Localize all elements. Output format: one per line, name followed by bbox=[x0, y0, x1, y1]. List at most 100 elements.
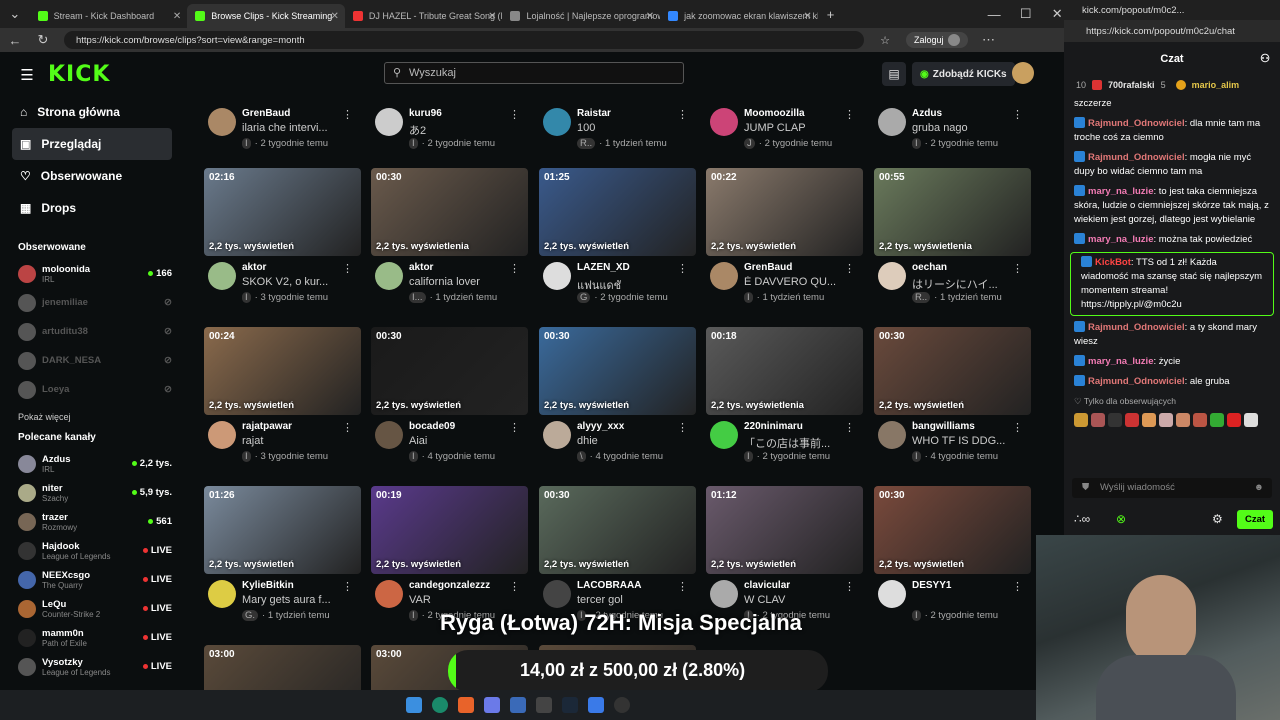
clip-card[interactable]: Raistar 100 R.. · 1 tydzień temu ⋮ bbox=[539, 102, 696, 156]
channel-name[interactable]: GrenBaud bbox=[744, 262, 792, 273]
clip-title[interactable]: JUMP CLAP bbox=[744, 122, 844, 134]
clip-title[interactable]: Mary gets aura f... bbox=[242, 594, 342, 606]
tab-menu-icon[interactable]: ⌄ bbox=[8, 6, 22, 22]
messenger-icon[interactable] bbox=[510, 697, 526, 713]
more-options-icon[interactable]: ⋮ bbox=[677, 421, 688, 434]
channel-name[interactable]: Moomoozilla bbox=[744, 108, 805, 119]
avatar[interactable] bbox=[710, 421, 738, 449]
clip-thumbnail[interactable]: 00:30 2,2 tys. wyświetlenia bbox=[371, 168, 528, 256]
maximize-icon[interactable]: ☐ bbox=[1019, 6, 1033, 22]
clip-card[interactable]: 00:30 2,2 tys. wyświetleń bangwilliams W… bbox=[874, 327, 1031, 469]
clip-title[interactable]: Aiai bbox=[409, 435, 509, 447]
clip-thumbnail[interactable]: 00:19 2,2 tys. wyświetleń bbox=[371, 486, 528, 574]
emote-icon[interactable] bbox=[1193, 413, 1207, 427]
emote-icon[interactable] bbox=[1159, 413, 1173, 427]
emote-icon[interactable] bbox=[1125, 413, 1139, 427]
brave-icon[interactable] bbox=[458, 697, 474, 713]
kick-coin-icon[interactable]: ⊗ bbox=[1116, 512, 1126, 526]
avatar[interactable] bbox=[543, 580, 571, 608]
channel-name[interactable]: bocade09 bbox=[409, 421, 455, 432]
minimize-icon[interactable]: — bbox=[987, 7, 1001, 22]
channel-name[interactable]: GrenBaud bbox=[242, 108, 290, 119]
channel-name[interactable]: aktor bbox=[409, 262, 433, 273]
avatar[interactable] bbox=[208, 421, 236, 449]
clip-thumbnail[interactable]: 00:55 2,2 tys. wyświetlenia bbox=[874, 168, 1031, 256]
avatar[interactable] bbox=[710, 580, 738, 608]
browser-tab-4[interactable]: jak zoomowac ekran klawiszem kl ✕ bbox=[660, 4, 818, 28]
more-options-icon[interactable]: ⋮ bbox=[509, 108, 520, 121]
avatar[interactable] bbox=[375, 580, 403, 608]
clip-card[interactable]: kuru96 あ2 I · 2 tygodnie temu ⋮ bbox=[371, 102, 528, 156]
browser-tab-1[interactable]: Browse Clips - Kick Streaming ✕ bbox=[187, 4, 345, 28]
reload-icon[interactable]: ↻ bbox=[36, 32, 50, 48]
avatar[interactable] bbox=[878, 421, 906, 449]
clip-thumbnail[interactable]: 00:18 2,2 tys. wyświetlenia bbox=[706, 327, 863, 415]
obs-icon[interactable] bbox=[614, 697, 630, 713]
close-icon[interactable]: ✕ bbox=[646, 11, 654, 22]
more-options-icon[interactable]: ⋮ bbox=[509, 580, 520, 593]
chat-username[interactable]: KickBot bbox=[1095, 257, 1131, 268]
more-menu-icon[interactable]: ⋯ bbox=[982, 32, 996, 48]
close-icon[interactable]: ✕ bbox=[173, 11, 181, 22]
avatar[interactable] bbox=[543, 108, 571, 136]
chat-username[interactable]: Rajmund_Odnowiciel bbox=[1088, 152, 1185, 163]
discord-icon[interactable] bbox=[484, 697, 500, 713]
avatar[interactable] bbox=[208, 580, 236, 608]
browser-tab-0[interactable]: Stream - Kick Dashboard ✕ bbox=[30, 4, 188, 28]
chat-username[interactable]: mary_na_luzie bbox=[1088, 186, 1153, 197]
close-icon[interactable]: ✕ bbox=[330, 11, 338, 22]
close-window-icon[interactable]: ✕ bbox=[1050, 6, 1064, 22]
more-options-icon[interactable]: ⋮ bbox=[844, 421, 855, 434]
chat-username[interactable]: mary_na_luzie bbox=[1088, 356, 1153, 367]
clip-title[interactable]: はリーシにハイ... bbox=[912, 276, 1012, 292]
more-options-icon[interactable]: ⋮ bbox=[1012, 262, 1023, 275]
clip-title[interactable]: gruba nago bbox=[912, 122, 1012, 134]
clip-thumbnail[interactable]: 01:25 2,2 tys. wyświetleń bbox=[539, 168, 696, 256]
clip-card[interactable]: 01:25 2,2 tys. wyświetleń LAZEN_XD แฟนแด… bbox=[539, 168, 696, 310]
more-options-icon[interactable]: ⋮ bbox=[509, 262, 520, 275]
avatar[interactable] bbox=[543, 262, 571, 290]
more-options-icon[interactable]: ⋮ bbox=[844, 108, 855, 121]
emote-icon[interactable] bbox=[1210, 413, 1224, 427]
login-button[interactable]: Zaloguj bbox=[906, 32, 968, 48]
clip-thumbnail[interactable]: 02:16 2,2 tys. wyświetleń bbox=[204, 168, 361, 256]
clip-card[interactable]: 03:00 bbox=[204, 645, 361, 690]
avatar[interactable] bbox=[710, 108, 738, 136]
app-icon[interactable] bbox=[588, 697, 604, 713]
more-options-icon[interactable]: ⋮ bbox=[677, 262, 688, 275]
gear-icon[interactable]: ⚙ bbox=[1212, 512, 1223, 526]
channel-name[interactable]: Azdus bbox=[912, 108, 942, 119]
chat-message-input[interactable]: ⛊ Wyślij wiadomość ☻ bbox=[1072, 478, 1272, 498]
clip-card[interactable]: 00:19 2,2 tys. wyświetleń candegonzalezz… bbox=[371, 486, 528, 628]
clip-thumbnail[interactable]: 00:30 2,2 tys. wyświetleń bbox=[874, 486, 1031, 574]
more-options-icon[interactable]: ⋮ bbox=[844, 580, 855, 593]
new-tab-icon[interactable]: + bbox=[824, 7, 838, 22]
emoji-icon[interactable]: ☻ bbox=[1254, 478, 1264, 498]
more-options-icon[interactable]: ⋮ bbox=[844, 262, 855, 275]
channel-name[interactable]: KylieBitkin bbox=[242, 580, 294, 591]
clip-card[interactable]: 00:22 2,2 tys. wyświetleń GrenBaud È DAV… bbox=[706, 168, 863, 310]
channel-name[interactable]: candegonzalezzz bbox=[409, 580, 490, 591]
avatar[interactable] bbox=[543, 421, 571, 449]
chat-username[interactable]: Rajmund_Odnowiciel bbox=[1088, 322, 1185, 333]
clip-title[interactable]: È DAVVERO QU... bbox=[744, 276, 844, 288]
emote-icon[interactable] bbox=[1227, 413, 1241, 427]
clip-title[interactable]: tercer gol bbox=[577, 594, 677, 606]
back-icon[interactable]: ← bbox=[8, 33, 22, 48]
more-options-icon[interactable]: ⋮ bbox=[677, 108, 688, 121]
steam-icon[interactable] bbox=[562, 697, 578, 713]
clip-card[interactable]: Azdus gruba nago I · 2 tygodnie temu ⋮ bbox=[874, 102, 1031, 156]
clip-card[interactable]: GrenBaud ilaria che intervi... I · 2 tygo… bbox=[204, 102, 361, 156]
clip-card[interactable]: 00:18 2,2 tys. wyświetlenia 220ninimaru … bbox=[706, 327, 863, 469]
channel-name[interactable]: kuru96 bbox=[409, 108, 442, 119]
clip-title[interactable]: W CLAV bbox=[744, 594, 844, 606]
clip-card[interactable]: 00:24 2,2 tys. wyświetleń rajatpawar raj… bbox=[204, 327, 361, 469]
clip-thumbnail[interactable]: 00:30 2,2 tys. wyświetleń bbox=[539, 486, 696, 574]
clip-thumbnail[interactable]: 00:22 2,2 tys. wyświetleń bbox=[706, 168, 863, 256]
clip-card[interactable]: 00:55 2,2 tys. wyświetlenia oechan はリーシに… bbox=[874, 168, 1031, 310]
more-options-icon[interactable]: ⋮ bbox=[1012, 421, 1023, 434]
windows-start-icon[interactable] bbox=[406, 697, 422, 713]
more-options-icon[interactable]: ⋮ bbox=[342, 421, 353, 434]
avatar[interactable] bbox=[710, 262, 738, 290]
clip-title[interactable]: VAR bbox=[409, 594, 509, 606]
